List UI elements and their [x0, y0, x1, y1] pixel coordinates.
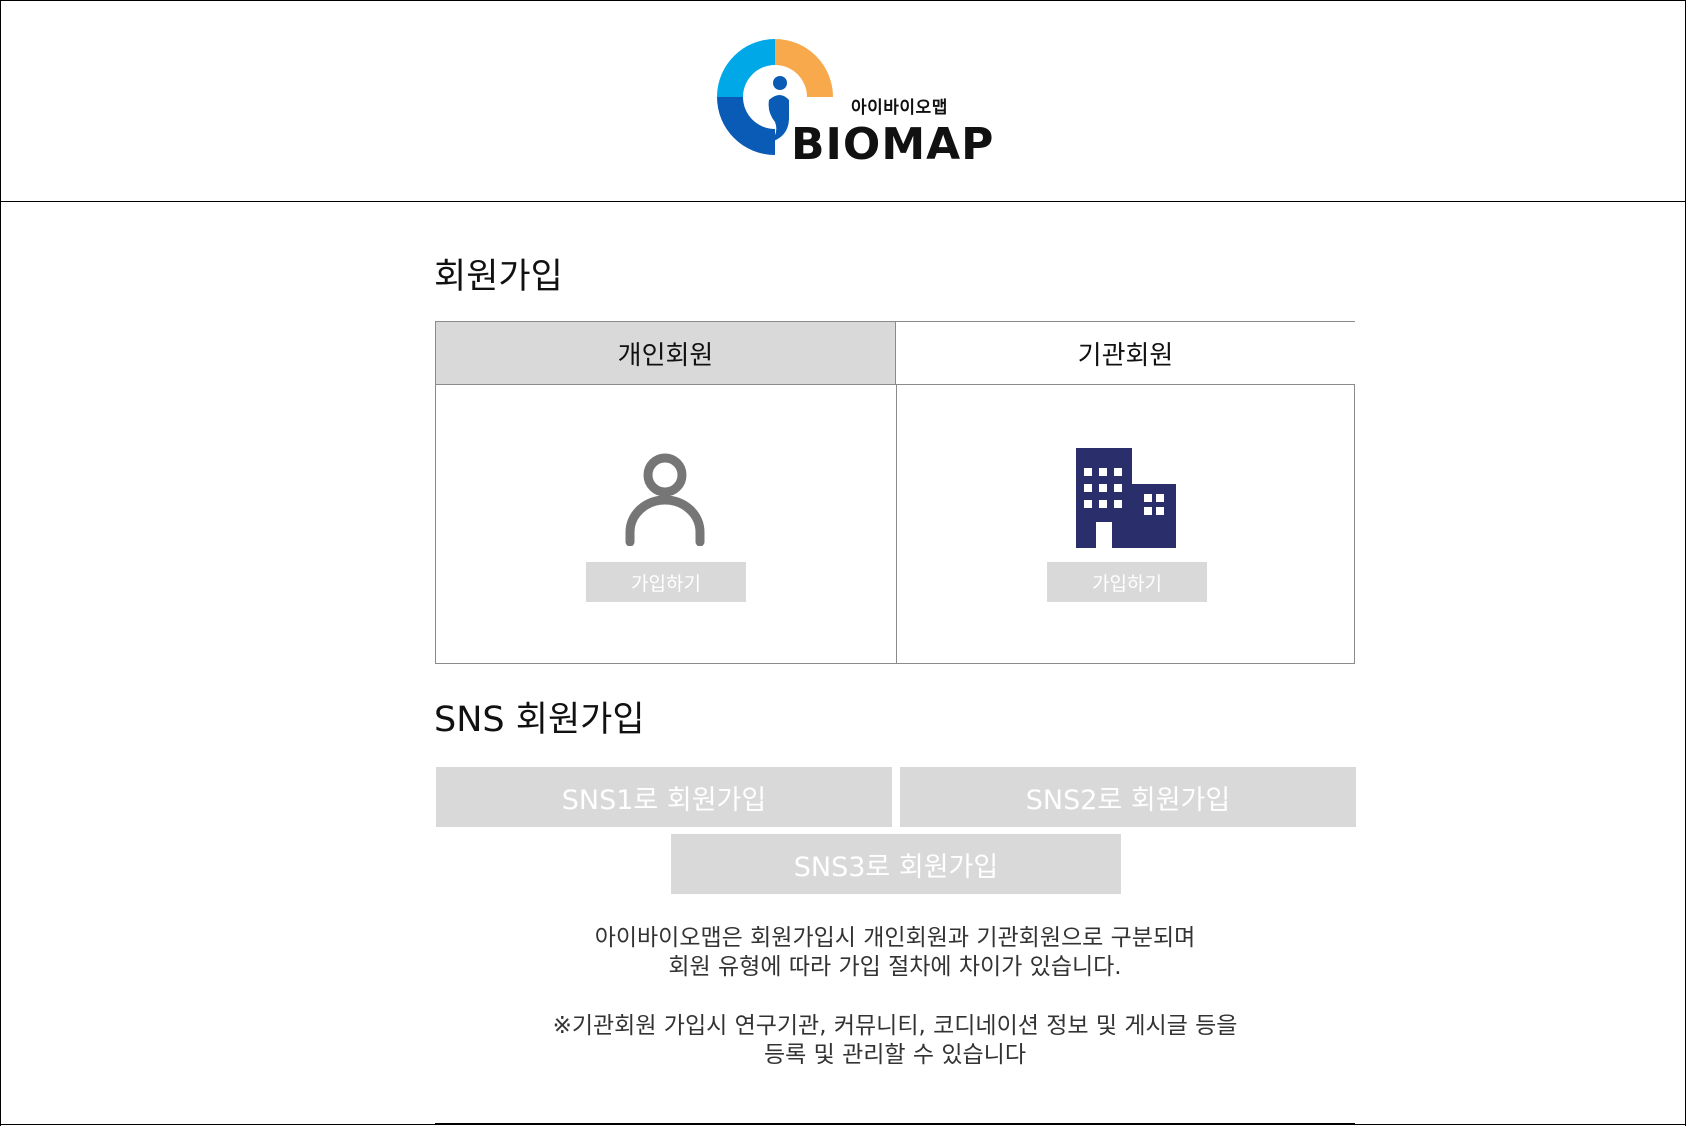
frame-bottom-border — [0, 1124, 1686, 1125]
page-frame: 아이바이오맵 BIOMAP 회원가입 개인회원 기관회원 가입하기 가입하기 S… — [0, 0, 1686, 1126]
building-icon — [1076, 448, 1180, 552]
sns3-signup-button[interactable]: SNS3로 회원가입 — [671, 834, 1121, 894]
signup-title: 회원가입 — [434, 257, 563, 297]
join-personal-button[interactable]: 가입하기 — [586, 562, 746, 602]
info-line-1: 아이바이오맵은 회원가입시 개인회원과 기관회원으로 구분되며 — [594, 925, 1196, 951]
sns-signup-title: SNS 회원가입 — [434, 700, 645, 740]
header: 아이바이오맵 BIOMAP — [0, 0, 1686, 202]
sns1-signup-button[interactable]: SNS1로 회원가입 — [436, 767, 892, 827]
organization-note-text: ※기관회원 가입시 연구기관, 커뮤니티, 코디네이션 정보 및 게시글 등을 … — [435, 1012, 1355, 1070]
logo-wordmark: BIOMAP — [791, 119, 995, 170]
tab-organization-member[interactable]: 기관회원 — [896, 322, 1355, 385]
biomap-logo[interactable]: 아이바이오맵 BIOMAP — [709, 36, 993, 170]
member-type-panel: 개인회원 기관회원 가입하기 가입하기 — [435, 321, 1355, 664]
column-divider — [896, 385, 897, 663]
note-line-1: ※기관회원 가입시 연구기관, 커뮤니티, 코디네이션 정보 및 게시글 등을 — [552, 1013, 1238, 1039]
join-organization-button[interactable]: 가입하기 — [1047, 562, 1207, 602]
note-line-2: 등록 및 관리할 수 있습니다 — [763, 1042, 1026, 1068]
sns2-signup-button[interactable]: SNS2로 회원가입 — [900, 767, 1356, 827]
info-line-2: 회원 유형에 따라 가입 절차에 차이가 있습니다. — [668, 954, 1122, 980]
signup-info-text: 아이바이오맵은 회원가입시 개인회원과 기관회원으로 구분되며 회원 유형에 따… — [435, 924, 1355, 982]
logo-korean-text: 아이바이오맵 — [851, 98, 948, 118]
person-icon — [624, 452, 706, 550]
tab-personal-member[interactable]: 개인회원 — [436, 322, 896, 385]
